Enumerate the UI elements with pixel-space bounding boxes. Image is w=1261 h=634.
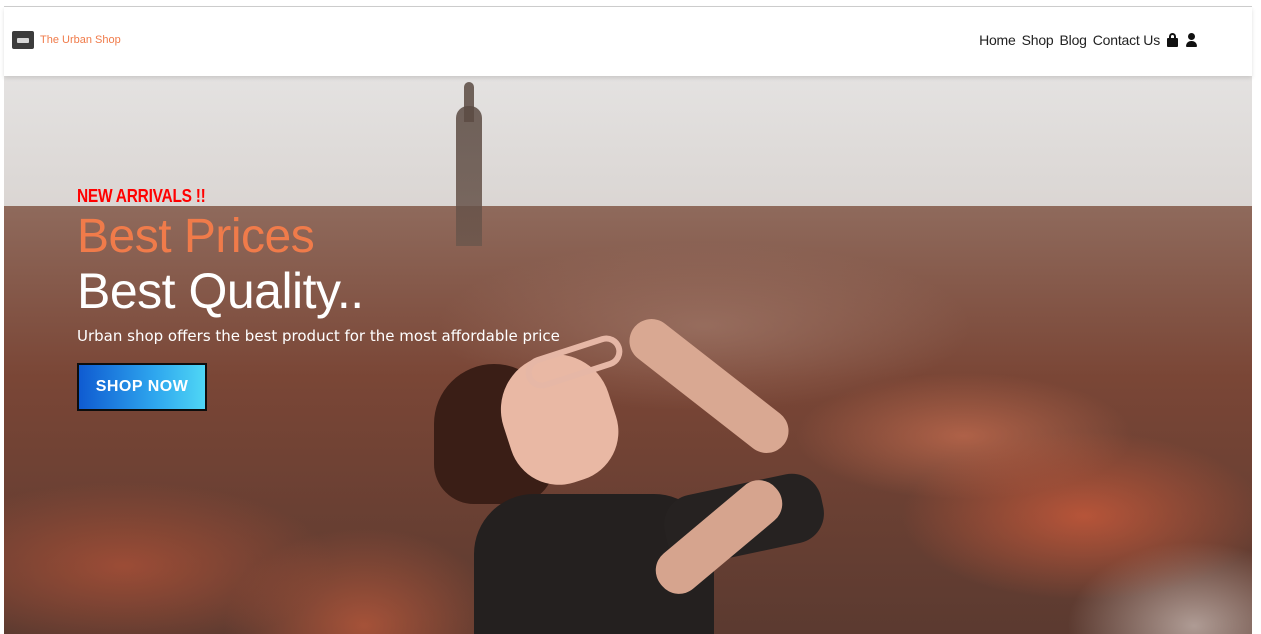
brand[interactable]: The Urban Shop — [12, 31, 121, 49]
shop-now-button[interactable]: SHOP NOW — [77, 363, 207, 411]
hero-headline-quality: Best Quality.. — [77, 263, 364, 319]
hero-headline-prices: Best Prices — [77, 210, 315, 263]
nav-contact-us[interactable]: Contact Us — [1093, 32, 1160, 48]
hero-banner: NEW ARRIVALS !! Best Prices Best Quality… — [4, 76, 1252, 634]
main-nav: Home Shop Blog Contact Us — [979, 32, 1198, 48]
brand-name[interactable]: The Urban Shop — [40, 34, 121, 46]
hero-description: Urban shop offers the best product for t… — [77, 327, 560, 345]
hero-content: NEW ARRIVALS !! Best Prices Best Quality… — [77, 186, 560, 411]
user-icon[interactable] — [1185, 33, 1198, 47]
nav-blog[interactable]: Blog — [1060, 32, 1087, 48]
site-header: The Urban Shop Home Shop Blog Contact Us — [4, 7, 1252, 76]
hero-tag: NEW ARRIVALS !! — [77, 186, 206, 206]
shopping-bag-icon[interactable] — [1166, 33, 1179, 47]
nav-shop[interactable]: Shop — [1022, 32, 1054, 48]
shop-logo-icon[interactable] — [12, 31, 34, 49]
nav-home[interactable]: Home — [979, 32, 1016, 48]
